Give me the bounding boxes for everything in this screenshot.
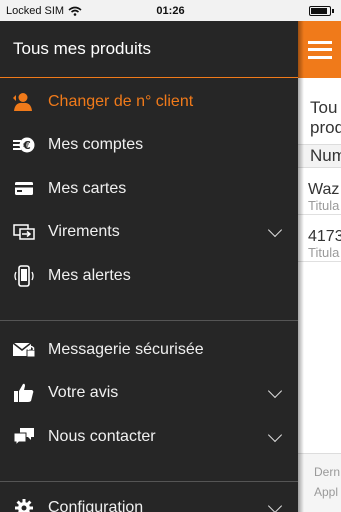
menu-item-label: Configuration	[48, 498, 144, 512]
products-page: Tou prod Num Waz Titula 4173 Titula Dern…	[298, 21, 341, 512]
page-title: Tou prod	[298, 78, 341, 138]
menu-item-label: Nous contacter	[48, 427, 156, 445]
menu-group-contact: Messagerie sécurisée Votre avis Nous con…	[0, 321, 298, 481]
menu-item-nous-contacter[interactable]: Nous contacter	[0, 415, 298, 459]
menu-item-label: Virements	[48, 223, 120, 241]
page-title-line-1: Tou	[310, 98, 338, 117]
row-secondary: Titula	[308, 198, 340, 213]
carrier-label: Locked SIM	[6, 4, 65, 17]
menu-item-configuration[interactable]: Configuration	[0, 486, 298, 512]
thumbs-up-icon	[0, 382, 48, 404]
chevron-down-icon	[267, 223, 283, 238]
page-title-line-2: prod	[310, 118, 341, 137]
drawer-shadow	[298, 21, 304, 512]
chat-bubbles-icon	[0, 426, 48, 448]
menu-item-label: Mes cartes	[48, 179, 127, 197]
user-switch-icon	[0, 92, 48, 112]
table-row[interactable]: 4173 Titula	[298, 215, 341, 262]
menu-item-votre-avis[interactable]: Votre avis	[0, 372, 298, 416]
gear-icon	[0, 497, 48, 512]
menu-item-virements[interactable]: Virements	[0, 211, 298, 255]
svg-text:€: €	[22, 139, 31, 152]
drawer-title: Tous mes produits	[0, 21, 298, 78]
transfer-icon	[0, 222, 48, 242]
phone-alert-icon	[0, 264, 48, 287]
menu-group-products: Changer de n° client € Mes comptes Mes c…	[0, 78, 298, 320]
table-row[interactable]: Waz Titula	[298, 168, 341, 215]
menu-item-mes-comptes[interactable]: € Mes comptes	[0, 124, 298, 168]
menu-item-messagerie[interactable]: Messagerie sécurisée	[0, 328, 298, 372]
page-footer: Dern Appl	[298, 453, 341, 512]
row-secondary: Titula	[308, 245, 340, 260]
menu-item-changer-client[interactable]: Changer de n° client	[0, 80, 298, 124]
battery-icon	[309, 5, 334, 16]
chevron-down-icon	[267, 384, 283, 399]
menu-item-label: Mes alertes	[48, 266, 131, 284]
row-primary: 4173	[308, 228, 341, 245]
footer-line-2: Appl	[314, 485, 339, 499]
menu-item-label: Mes comptes	[48, 136, 144, 154]
credit-card-icon	[0, 179, 48, 199]
menu-item-label: Messagerie sécurisée	[48, 340, 204, 358]
hamburger-menu-icon[interactable]	[308, 40, 332, 59]
wifi-icon	[68, 6, 82, 16]
euro-coins-icon: €	[0, 135, 48, 155]
row-primary: Waz	[308, 181, 340, 198]
secure-mail-icon	[0, 340, 48, 360]
menu-item-label: Votre avis	[48, 384, 119, 402]
menu-item-mes-cartes[interactable]: Mes cartes	[0, 167, 298, 211]
chevron-down-icon	[267, 427, 283, 442]
column-header: Num	[298, 144, 341, 168]
navigation-drawer: Tous mes produits Changer de n° client €	[0, 21, 298, 512]
menu-item-label: Changer de n° client	[48, 92, 194, 110]
menu-item-mes-alertes[interactable]: Mes alertes	[0, 254, 298, 298]
menu-group-settings: Configuration	[0, 482, 298, 512]
footer-line-1: Dern	[314, 465, 341, 479]
status-bar: Locked SIM 01:26	[0, 0, 341, 21]
chevron-down-icon	[267, 498, 283, 512]
top-bar	[298, 21, 341, 78]
